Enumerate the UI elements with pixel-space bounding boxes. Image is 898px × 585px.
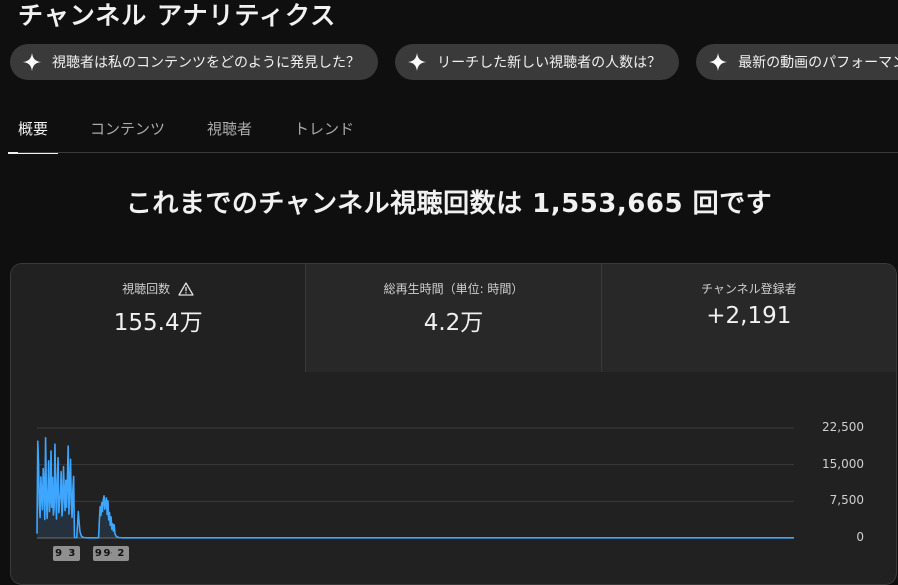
metric-label-subscribers: チャンネル登録者 (700, 282, 797, 296)
suggestion-chips: 視聴者は私のコンテンツをどのように発見した？ リーチした新しい視聴者の人数は？ … (10, 44, 898, 82)
sparkle-icon (709, 52, 728, 72)
total-views-headline: これまでのチャンネル視聴回数は 1,553,665 回です (125, 189, 773, 219)
tab-overview[interactable]: 概要 (7, 108, 59, 154)
metric-label-views: 視聴回数 (122, 280, 194, 297)
metric-tabs: 視聴回数 155.4万 総再生時間（単位: 時間） 4.2万 チャンネル登録者 … (11, 264, 896, 372)
overview-chart-card: 視聴回数 155.4万 総再生時間（単位: 時間） 4.2万 チャンネル登録者 … (10, 263, 897, 585)
tab-divider (18, 152, 898, 153)
video-marker-badge[interactable]: 3 (63, 546, 81, 561)
metric-tab-views[interactable]: 視聴回数 155.4万 (11, 264, 307, 372)
page-title: チャンネル アナリティクス (18, 1, 337, 30)
suggestion-chip-new-viewers[interactable]: リーチした新しい視聴者の人数は？ (395, 44, 680, 80)
tab-content[interactable]: コンテンツ (90, 108, 165, 152)
video-marker-badge[interactable]: 2 (112, 546, 130, 561)
chip-label: 視聴者は私のコンテンツをどのように発見した？ (52, 55, 360, 71)
metric-value-views: 155.4万 (113, 310, 203, 336)
analytics-tabs: 概要 コンテンツ 視聴者 トレンド (7, 108, 396, 154)
chip-label: リーチした新しい視聴者の人数は？ (437, 55, 662, 71)
series-area (37, 437, 794, 538)
y-tick-label: 22,500 (822, 420, 864, 434)
y-tick-label: 7,500 (829, 493, 864, 508)
sparkle-icon (22, 52, 42, 72)
series-line-views (36, 436, 795, 539)
metric-value-subscribers: +2,191 (706, 303, 792, 329)
metric-tab-watch-time[interactable]: 総再生時間（単位: 時間） 4.2万 (306, 264, 602, 372)
metric-value-watch-time: 4.2万 (423, 310, 484, 336)
y-tick-label: 15,000 (822, 456, 864, 471)
warning-icon[interactable] (178, 281, 194, 296)
tab-audience[interactable]: 視聴者 (207, 108, 252, 152)
chart-plot (36, 427, 795, 539)
metric-label-watch-time: 総再生時間（単位: 時間） (383, 282, 524, 296)
tab-trends[interactable]: トレンド (294, 108, 354, 152)
suggestion-chip-latest-video[interactable]: 最新の動画のパフォーマンス (696, 44, 898, 80)
y-tick-label: 0 (856, 530, 864, 544)
metric-label-text: 視聴回数 (122, 282, 171, 296)
sparkle-icon (407, 52, 427, 72)
metric-tab-subscribers[interactable]: チャンネル登録者 +2,191 (601, 264, 896, 372)
chip-label: 最新の動画のパフォーマンス (738, 55, 898, 71)
suggestion-chip-discovery[interactable]: 視聴者は私のコンテンツをどのように発見した？ (10, 44, 378, 80)
views-line-chart[interactable]: 22,50015,0007,5000 9+39+9+2 (11, 372, 896, 584)
